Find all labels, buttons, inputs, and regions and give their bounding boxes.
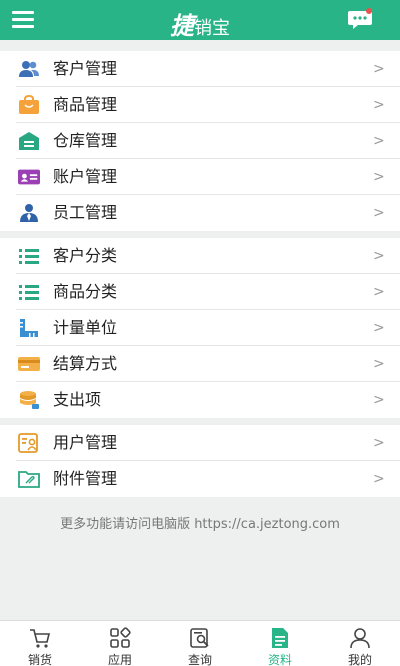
tab-apps[interactable]: 应用 [80,621,160,666]
ruler-icon [20,319,38,337]
menu-item-label: 附件管理 [53,469,118,488]
tab-data[interactable]: 资料 [240,621,320,666]
menu-item-label: 员工管理 [53,203,118,222]
warehouse-icon [19,132,39,150]
tab-label: 销货 [27,653,52,666]
menu-item-attachment-management[interactable]: 附件管理 > [0,461,400,497]
tab-label: 资料 [267,653,292,666]
logo-main: 捷 [170,11,194,40]
tab-query[interactable]: 查询 [160,621,240,666]
tab-sales[interactable]: 销货 [0,621,80,666]
menu-item-label: 客户管理 [53,59,118,78]
chevron-right-icon: > [373,248,385,264]
user-card-icon [18,433,38,453]
document-icon [272,628,288,648]
tab-label: 我的 [347,653,372,666]
menu-group-system: 用户管理 > 附件管理 > [0,425,400,497]
menu-item-label: 计量单位 [53,318,118,337]
menu-item-employee-management[interactable]: 员工管理 > [0,195,400,231]
menu-item-label: 商品分类 [53,282,118,301]
search-doc-icon [190,628,209,648]
chevron-right-icon: > [373,169,385,185]
tab-label: 查询 [187,653,212,666]
chevron-right-icon: > [373,205,385,221]
menu-group-basic-data: 客户分类 > 商品分类 > 计量单位 > 结算方式 > 支出项 > [0,238,400,418]
coins-icon [20,391,39,409]
chevron-right-icon: > [373,133,385,149]
menu-item-label: 账户管理 [53,167,118,186]
cart-icon [30,629,51,648]
person-icon [350,628,370,649]
menu-item-label: 仓库管理 [53,131,118,150]
chevron-right-icon: > [373,61,385,77]
list-icon [19,285,39,300]
menu-item-label: 用户管理 [53,433,118,452]
menu-item-label: 支出项 [53,390,102,409]
menu-item-user-management[interactable]: 用户管理 > [0,425,400,461]
menu-item-customer-management[interactable]: 客户管理 > [0,51,400,87]
menu-item-label: 客户分类 [53,246,118,265]
apps-icon [110,627,131,648]
folder-icon [18,471,40,488]
shopping-bag-icon [19,95,39,114]
menu-item-account-management[interactable]: 账户管理 > [0,159,400,195]
chevron-right-icon: > [373,356,385,372]
menu-item-product-category[interactable]: 商品分类 > [0,274,400,310]
footer-note: 更多功能请访问电脑版 https://ca.jeztong.com [60,517,340,532]
top-bar: 捷销宝 [0,0,400,40]
chevron-right-icon: > [373,320,385,336]
account-card-icon [18,169,40,185]
menu-item-label: 商品管理 [53,95,118,114]
tab-mine[interactable]: 我的 [320,621,400,666]
menu-group-management: 客户管理 > 商品管理 > 仓库管理 > 账户管理 > 员工管理 > [0,51,400,231]
app-logo: 捷销宝 [0,6,400,41]
chevron-right-icon: > [373,97,385,113]
card-icon [18,357,40,371]
chevron-right-icon: > [373,471,385,487]
chevron-right-icon: > [373,435,385,451]
menu-item-warehouse-management[interactable]: 仓库管理 > [0,123,400,159]
customers-icon [19,61,39,77]
bottom-tab-bar: 销货 应用 查询 资料 我的 [0,620,400,666]
menu-item-measure-unit[interactable]: 计量单位 > [0,310,400,346]
notification-dot [366,8,372,14]
menu-item-product-management[interactable]: 商品管理 > [0,87,400,123]
chevron-right-icon: > [373,392,385,408]
list-icon [19,249,39,264]
chevron-right-icon: > [373,284,385,300]
menu-item-expense-item[interactable]: 支出项 > [0,382,400,418]
employee-icon [20,204,38,222]
menu-item-label: 结算方式 [53,354,118,373]
logo-rest: 销宝 [194,18,230,39]
menu-item-customer-category[interactable]: 客户分类 > [0,238,400,274]
menu-item-settlement-method[interactable]: 结算方式 > [0,346,400,382]
tab-label: 应用 [107,653,132,666]
